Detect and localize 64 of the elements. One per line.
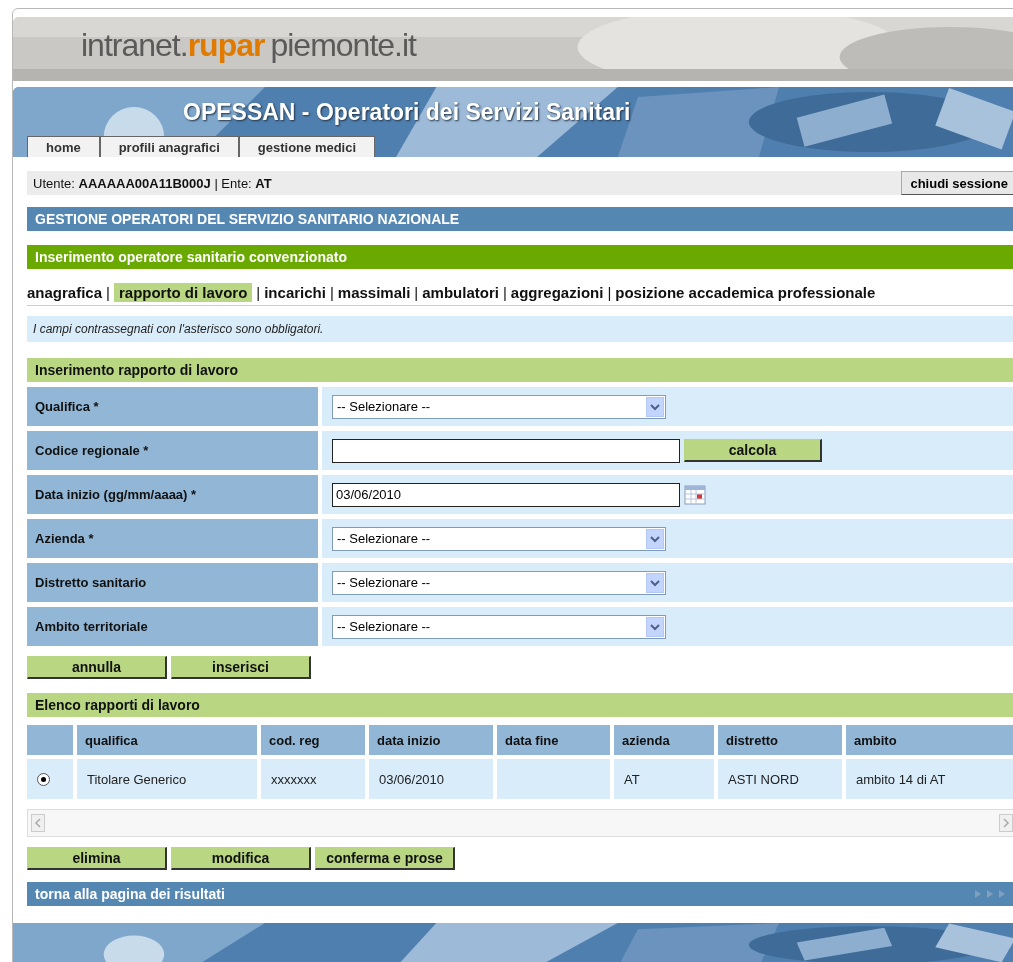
column-header: ambito bbox=[846, 725, 1013, 755]
radio-button[interactable] bbox=[37, 772, 50, 786]
form-button[interactable]: annulla bbox=[27, 656, 167, 679]
back-link[interactable]: torna alla pagina dei risultati bbox=[35, 882, 225, 906]
field-label: Qualifica * bbox=[27, 387, 318, 426]
list-button[interactable]: modifica bbox=[171, 847, 311, 870]
sub-tab[interactable]: anagrafica bbox=[27, 284, 103, 301]
required-note: I campi contrassegnati con l'asterisco sono obbligatori. bbox=[27, 316, 1013, 342]
column-header: azienda bbox=[614, 725, 714, 755]
table-cell: ASTI NORD bbox=[718, 759, 842, 799]
separator: | bbox=[502, 284, 507, 301]
column-header: data inizio bbox=[369, 725, 493, 755]
field-label: Data inizio (gg/mm/aaaa) * bbox=[27, 475, 318, 514]
field-label: Ambito territoriale bbox=[27, 607, 318, 646]
dropdown[interactable]: -- Selezionare -- bbox=[332, 570, 666, 595]
separator: | bbox=[329, 284, 334, 301]
dropdown[interactable]: -- Selezionare -- bbox=[332, 614, 666, 639]
separator: | bbox=[256, 284, 261, 301]
list-title: Elenco rapporti di lavoro bbox=[27, 693, 1013, 717]
table-cell: 03/06/2010 bbox=[369, 759, 493, 799]
chevron-down-icon bbox=[650, 578, 660, 587]
calendar-icon[interactable] bbox=[684, 484, 706, 505]
input-field[interactable] bbox=[332, 438, 680, 463]
separator: | bbox=[106, 284, 110, 301]
form-button[interactable]: inserisci bbox=[171, 656, 311, 679]
table-cell: xxxxxxx bbox=[261, 759, 365, 799]
form-title: Inserimento rapporto di lavoro bbox=[27, 358, 1013, 382]
nav-tab[interactable]: gestione medici bbox=[238, 136, 376, 157]
nav-tab[interactable]: home bbox=[27, 136, 100, 157]
user-info: Utente: AAAAAA00A11B000J | Ente: AT bbox=[33, 175, 272, 191]
calculate-button[interactable]: calcola bbox=[684, 439, 822, 462]
table-cell: AT bbox=[614, 759, 714, 799]
list-button[interactable]: elimina bbox=[27, 847, 167, 870]
sub-tab[interactable]: ambulatori bbox=[422, 284, 499, 301]
logo: intranet.rupar piemonte.it bbox=[81, 27, 416, 64]
nav-tab[interactable]: profili anagrafici bbox=[99, 136, 239, 157]
sub-tab[interactable]: rapporto di lavoro bbox=[113, 283, 253, 302]
separator: | bbox=[414, 284, 419, 301]
app-title: OPESSAN - Operatori dei Servizi Sanitari bbox=[183, 99, 632, 126]
list-button[interactable]: conferma e prose bbox=[315, 847, 455, 870]
sub-tab[interactable]: aggregazioni bbox=[510, 284, 604, 301]
sub-tab[interactable]: incarichi bbox=[264, 284, 326, 301]
table-cell: ambito 14 di AT bbox=[846, 759, 1013, 799]
dropdown[interactable]: -- Selezionare -- bbox=[332, 394, 666, 419]
page-title: Inserimento operatore sanitario convenzionato bbox=[27, 245, 1013, 269]
section-title: GESTIONE OPERATORI DEL SERVIZIO SANITARIO NAZIONALE bbox=[27, 207, 1013, 231]
chevron-down-icon bbox=[650, 534, 660, 543]
column-header: data fine bbox=[497, 725, 610, 755]
field-label: Distretto sanitario bbox=[27, 563, 318, 602]
logout-button[interactable]: chiudi sessione bbox=[901, 171, 1013, 195]
chevron-down-icon bbox=[650, 402, 660, 411]
column-header: distretto bbox=[718, 725, 842, 755]
column-header: cod. reg bbox=[261, 725, 365, 755]
date-field[interactable]: 03/06/2010 bbox=[332, 482, 680, 507]
table-header bbox=[27, 725, 73, 755]
chevron-down-icon bbox=[650, 622, 660, 631]
column-header: qualifica bbox=[77, 725, 257, 755]
dropdown[interactable]: -- Selezionare -- bbox=[332, 526, 666, 551]
sub-tab[interactable]: massimali bbox=[337, 284, 411, 301]
table-cell: Titolare Generico bbox=[77, 759, 257, 799]
sub-tab[interactable]: posizione accademica professionale bbox=[615, 284, 876, 301]
field-label: Azienda * bbox=[27, 519, 318, 558]
field-label: Codice regionale * bbox=[27, 431, 318, 470]
separator: | bbox=[607, 284, 612, 301]
